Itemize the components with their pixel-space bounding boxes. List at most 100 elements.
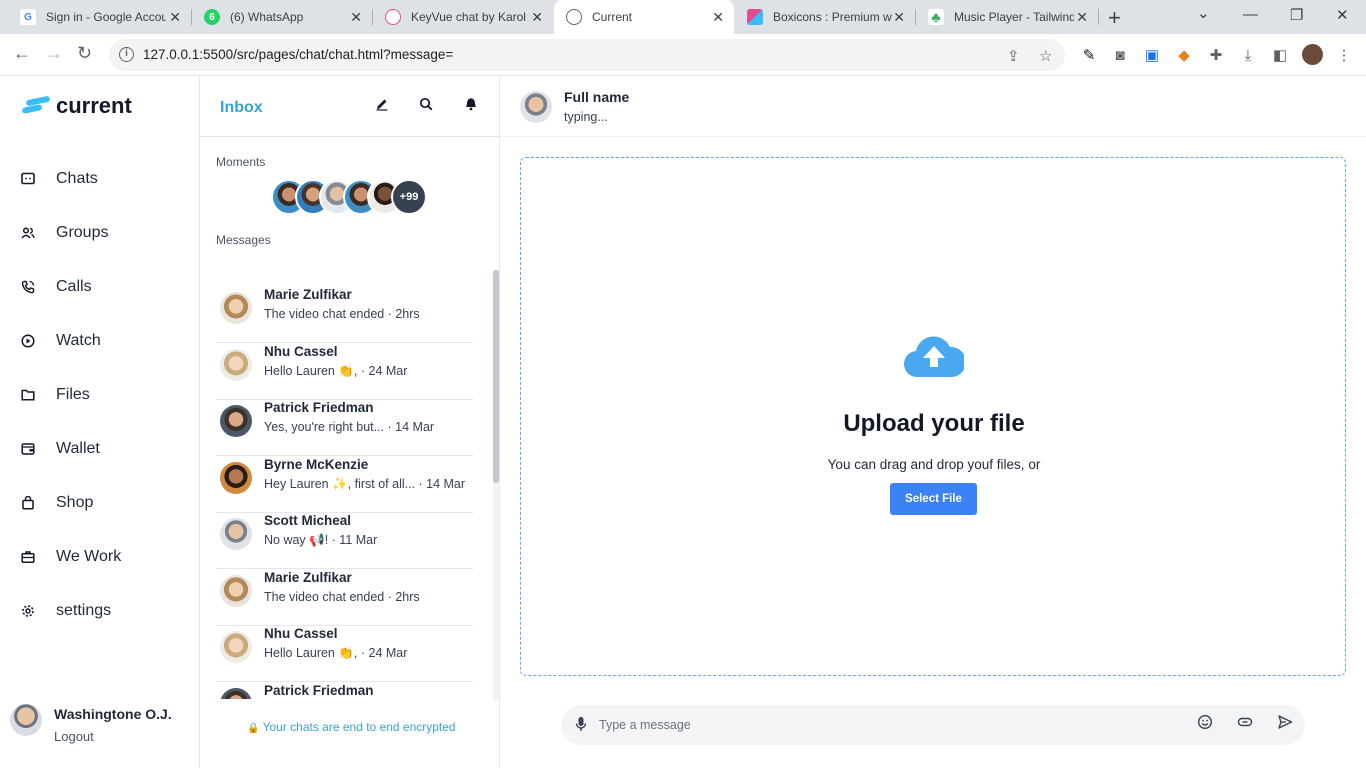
search-icon[interactable]	[419, 97, 433, 115]
restore-icon[interactable]: ❐	[1290, 6, 1303, 24]
tab-title: Music Player - Tailwind	[954, 10, 1074, 24]
contact-avatar	[220, 518, 252, 550]
chat-app: current Chats Groups Calls Watch Files W…	[0, 77, 1366, 768]
conversation-item[interactable]: Patrick Friedman	[216, 683, 473, 699]
nav-item-watch[interactable]: Watch	[20, 326, 101, 356]
close-tab-icon[interactable]: ✕	[531, 9, 543, 26]
nav-item-files[interactable]: Files	[20, 380, 90, 410]
browser-menu-icon[interactable]: ⋮	[1335, 46, 1353, 64]
browser-toolbar: ← → ↻ i 127.0.0.1:5500/src/pages/chat/ch…	[0, 34, 1366, 76]
brand-logo-icon	[21, 95, 51, 116]
brand[interactable]: current	[21, 93, 132, 119]
nav-label: settings	[56, 602, 112, 619]
lock-icon: 🔒	[247, 723, 260, 734]
scrollbar-thumb[interactable]	[493, 270, 499, 483]
select-file-button[interactable]: Select File	[890, 483, 977, 515]
close-tab-icon[interactable]: ✕	[169, 9, 181, 26]
share-icon[interactable]: ⇪	[1007, 47, 1020, 65]
address-bar[interactable]: i 127.0.0.1:5500/src/pages/chat/chat.htm…	[109, 39, 1065, 71]
phone-icon	[20, 279, 36, 295]
nav-label: Shop	[56, 494, 94, 511]
logout-link[interactable]: Logout	[54, 729, 94, 744]
nav-item-calls[interactable]: Calls	[20, 272, 92, 302]
nav-item-wallet[interactable]: Wallet	[20, 434, 100, 464]
contact-name: Patrick Friedman	[264, 400, 374, 415]
emoji-icon[interactable]	[1197, 714, 1213, 735]
forward-icon[interactable]: →	[45, 43, 63, 64]
screen-recorder-extension-icon[interactable]: ▣	[1143, 46, 1161, 64]
bell-icon[interactable]	[464, 97, 478, 115]
conversation-item[interactable]: Byrne McKenzie Hey Lauren ✨, first of al…	[216, 457, 473, 513]
whatsapp-icon: 6	[204, 9, 220, 25]
close-tab-icon[interactable]: ✕	[893, 9, 905, 26]
chat-icon	[20, 171, 36, 187]
nav-item-groups[interactable]: Groups	[20, 218, 108, 248]
message-preview: The video chat ended · 2hrs	[264, 590, 420, 604]
back-icon[interactable]: ←	[13, 43, 31, 64]
message-preview: Hey Lauren ✨, first of all... · 14 Mar	[264, 477, 466, 491]
conversation-item[interactable]: Marie Zulfikar The video chat ended · 2h…	[216, 570, 473, 626]
contact-name: Patrick Friedman	[264, 683, 374, 698]
microphone-icon[interactable]	[574, 716, 588, 735]
nav-item-settings[interactable]: settings	[20, 596, 111, 626]
contact-avatar	[220, 462, 252, 494]
chat-panel: Full name typing... Upload your file You…	[500, 77, 1366, 768]
wallet-icon	[20, 441, 36, 457]
dribbble-icon	[385, 9, 401, 25]
attachment-icon[interactable]	[1237, 714, 1253, 735]
browser-tab[interactable]: G Sign in - Google Accounts ✕	[8, 0, 191, 34]
file-drop-zone[interactable]: Upload your file You can drag and drop y…	[520, 157, 1346, 676]
moments-more-badge[interactable]: +99	[391, 179, 427, 215]
site-info-icon[interactable]: i	[119, 47, 134, 62]
play-icon	[20, 333, 36, 349]
metamask-extension-icon[interactable]: ◆	[1175, 46, 1193, 64]
contact-avatar[interactable]	[520, 91, 552, 123]
browser-tab[interactable]: 6 (6) WhatsApp ✕	[192, 0, 372, 34]
extensions-puzzle-icon[interactable]: ✚	[1207, 46, 1225, 64]
close-tab-icon[interactable]: ✕	[712, 9, 724, 26]
clover-icon: ♣	[928, 9, 944, 25]
send-icon[interactable]	[1277, 714, 1293, 735]
brand-name: current	[56, 93, 132, 118]
conversation-item[interactable]: Marie Zulfikar The video chat ended · 2h…	[216, 287, 473, 343]
close-tab-icon[interactable]: ✕	[1076, 9, 1088, 26]
download-icon[interactable]: ⤓	[1239, 46, 1257, 64]
browser-tab[interactable]: KeyVue chat by Karol ✕	[373, 0, 553, 34]
nav-item-we-work[interactable]: We Work	[20, 542, 121, 572]
reload-icon[interactable]: ↻	[77, 43, 92, 64]
nav-label: Files	[56, 386, 90, 403]
tab-search-icon[interactable]: ⌄	[1197, 4, 1210, 22]
compose-icon[interactable]	[375, 97, 389, 115]
conversation-item[interactable]: Patrick Friedman Yes, you're right but..…	[216, 400, 473, 456]
eyedropper-extension-icon[interactable]: ✎	[1080, 46, 1098, 64]
contact-name: Marie Zulfikar	[264, 287, 352, 302]
bookmark-star-icon[interactable]: ☆	[1039, 47, 1052, 65]
shopping-bag-icon	[20, 495, 36, 511]
browser-tab-active[interactable]: Current ✕	[554, 0, 734, 34]
upload-subtitle: You can drag and drop youf files, or	[827, 457, 1041, 472]
sidebar: current Chats Groups Calls Watch Files W…	[0, 77, 200, 768]
window-close-icon[interactable]: ✕	[1336, 6, 1349, 24]
browser-tab[interactable]: Boxicons : Premium w ✕	[735, 0, 915, 34]
profile-avatar[interactable]	[1302, 44, 1323, 65]
briefcase-icon	[20, 549, 36, 565]
google-icon: G	[20, 9, 36, 25]
user-avatar[interactable]	[10, 704, 42, 736]
conversation-item[interactable]: Scott Micheal No way 📢! · 11 Mar	[216, 513, 473, 569]
browser-tab[interactable]: ♣ Music Player - Tailwind ✕	[916, 0, 1098, 34]
conversation-item[interactable]: Nhu Cassel Hello Lauren 👏, · 24 Mar	[216, 344, 473, 400]
camera-extension-icon[interactable]: ◙	[1111, 46, 1129, 64]
side-panel-icon[interactable]: ◧	[1271, 46, 1289, 64]
nav-item-chats[interactable]: Chats	[20, 164, 98, 194]
url-text[interactable]: 127.0.0.1:5500/src/pages/chat/chat.html?…	[143, 47, 453, 62]
close-tab-icon[interactable]: ✕	[350, 9, 362, 26]
nav-item-shop[interactable]: Shop	[20, 488, 93, 518]
encryption-note: 🔒 Your chats are end to end encrypted	[247, 720, 456, 734]
new-tab-icon[interactable]: +	[1108, 5, 1121, 31]
conversation-item[interactable]: Nhu Cassel Hello Lauren 👏, · 24 Mar	[216, 626, 473, 682]
globe-icon	[566, 9, 582, 25]
message-input[interactable]	[599, 713, 1179, 737]
contact-avatar	[220, 349, 252, 381]
folder-icon	[20, 387, 36, 403]
minimize-icon[interactable]: —	[1243, 6, 1258, 23]
